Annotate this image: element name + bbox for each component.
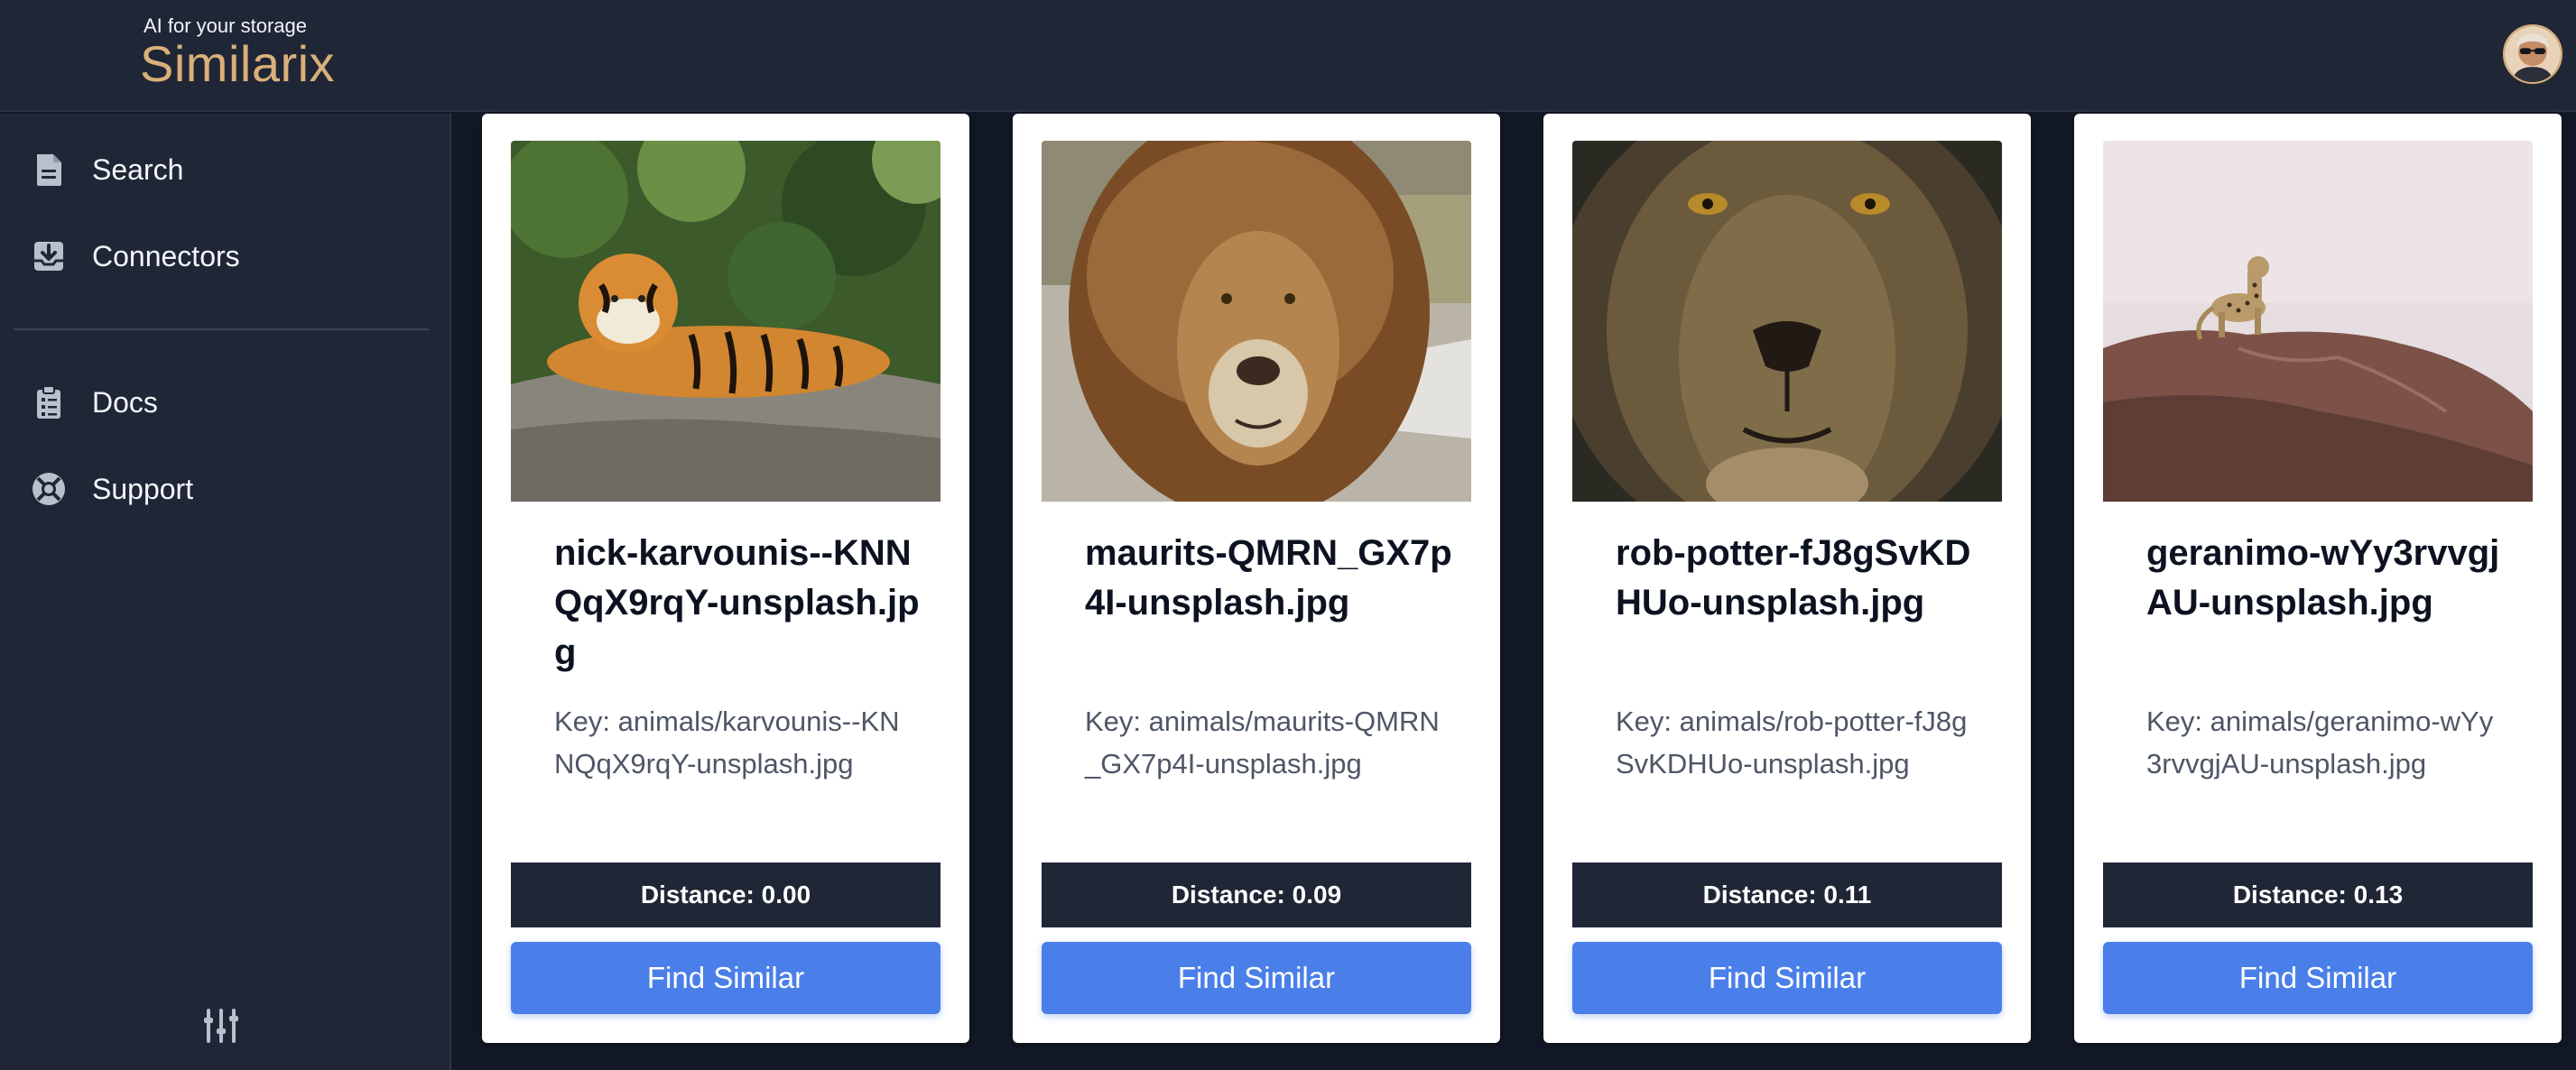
result-card: geranimo-wYy3rvvgjAU-unsplash.jpg Key: a… <box>2074 114 2562 1043</box>
result-key: Key: animals/maurits-QMRN_GX7p4I-unsplas… <box>1085 706 1440 779</box>
find-similar-button[interactable]: Find Similar <box>1042 942 1471 1014</box>
distance-badge: Distance: 0.00 <box>511 862 941 927</box>
result-card: rob-potter-fJ8gSvKDHUo-unsplash.jpg Key:… <box>1543 114 2031 1043</box>
sidebar-item-search[interactable]: Search <box>0 134 449 206</box>
result-title: maurits-QMRN_GX7p4I-unsplash.jpg <box>1085 533 1452 623</box>
find-similar-button[interactable]: Find Similar <box>511 942 941 1014</box>
result-thumbnail[interactable] <box>1572 141 2002 502</box>
avatar-image <box>2505 26 2561 82</box>
distance-badge: Distance: 0.13 <box>2103 862 2533 927</box>
result-title: rob-potter-fJ8gSvKDHUo-unsplash.jpg <box>1616 533 1971 623</box>
sidebar-item-label: Docs <box>92 386 158 419</box>
sidebar-item-connectors[interactable]: Connectors <box>0 220 449 292</box>
sidebar-item-support[interactable]: Support <box>0 453 449 525</box>
result-key: Key: animals/rob-potter-fJ8gSvKDHUo-unsp… <box>1616 706 1968 779</box>
result-thumbnail[interactable] <box>1042 141 1471 502</box>
document-icon <box>31 152 67 188</box>
sidebar-item-docs[interactable]: Docs <box>0 366 449 438</box>
sliders-icon[interactable] <box>200 1005 242 1047</box>
result-thumbnail[interactable] <box>511 141 941 502</box>
brand-logo[interactable]: AI for your storage Similarix <box>140 14 335 90</box>
sidebar-item-label: Connectors <box>92 240 240 272</box>
sidebar-divider <box>14 328 429 330</box>
sidebar-item-label: Support <box>92 473 194 505</box>
distance-badge: Distance: 0.11 <box>1572 862 2002 927</box>
result-card: maurits-QMRN_GX7p4I-unsplash.jpg Key: an… <box>1013 114 1500 1043</box>
top-header: AI for your storage Similarix <box>0 0 2576 112</box>
find-similar-button[interactable]: Find Similar <box>1572 942 2002 1014</box>
distance-badge: Distance: 0.09 <box>1042 862 1471 927</box>
result-key: Key: animals/geranimo-wYy3rvvgjAU-unspla… <box>2146 706 2494 779</box>
lifebuoy-icon <box>31 471 67 507</box>
brand-name: Similarix <box>140 35 336 92</box>
sidebar: Search Connectors Docs Support <box>0 114 451 1070</box>
user-avatar[interactable] <box>2503 24 2562 84</box>
result-card: nick-karvounis--KNNQqX9rqY-unsplash.jpg … <box>482 114 969 1043</box>
result-thumbnail[interactable] <box>2103 141 2533 502</box>
result-key: Key: animals/karvounis--KNNQqX9rqY-unspl… <box>554 706 900 779</box>
result-title: nick-karvounis--KNNQqX9rqY-unsplash.jpg <box>554 533 920 672</box>
sidebar-item-label: Search <box>92 153 184 186</box>
inbox-download-icon <box>31 238 67 274</box>
find-similar-button[interactable]: Find Similar <box>2103 942 2533 1014</box>
result-title: geranimo-wYy3rvvgjAU-unsplash.jpg <box>2146 533 2500 623</box>
clipboard-icon <box>31 384 67 420</box>
